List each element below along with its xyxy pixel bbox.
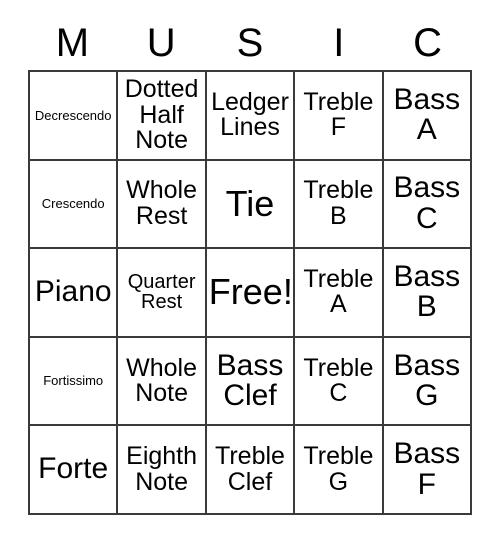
bingo-cell[interactable]: Crescendo — [30, 160, 119, 250]
bingo-cell-label: Whole Rest — [126, 176, 198, 230]
bingo-cell-label: Crescendo — [41, 196, 105, 212]
bingo-cell-label: Treble A — [303, 264, 374, 319]
bingo-cell-label: Fortissimo — [43, 373, 104, 389]
bingo-cell[interactable]: Bass A — [383, 72, 472, 161]
bingo-cell[interactable]: Forte — [30, 426, 119, 515]
bingo-cell-label: Treble Clef — [215, 442, 285, 496]
bingo-cell[interactable]: Ledger Lines — [206, 72, 296, 161]
bingo-cell-label: Piano — [34, 275, 112, 309]
bingo-header: MUSIC — [28, 16, 472, 70]
bingo-card: M U S I C Decrescendo Dotted Half Note Ledger … — [0, 0, 500, 544]
bingo-cell[interactable]: Decrescendo — [30, 72, 119, 161]
bingo-grid: Decrescendo Dotted Half Note Ledger Lines T… — [28, 70, 472, 515]
bingo-cell-label: Treble F — [303, 87, 374, 142]
bingo-header-letter-2: S — [236, 21, 264, 65]
bingo-cell-label: Tie — [225, 182, 275, 224]
bingo-header-letter-1: U — [146, 21, 176, 65]
bingo-cell[interactable]: Bass G — [383, 337, 472, 427]
bingo-cell-label: Treble B — [303, 176, 374, 230]
bingo-cell-label: Whole Note — [126, 353, 198, 408]
bingo-cell-label: Bass B — [393, 259, 461, 324]
bingo-cell-label: Bass F — [393, 437, 461, 501]
bingo-cell[interactable]: Free! — [206, 249, 296, 338]
bingo-cell-label: Bass C — [393, 171, 461, 235]
bingo-cell-label: Bass G — [393, 348, 461, 413]
bingo-cell[interactable]: Treble G — [295, 426, 384, 515]
bingo-cell[interactable]: Piano — [30, 249, 119, 338]
bingo-cell[interactable]: Dotted Half Note — [118, 72, 207, 161]
bingo-cell[interactable]: Eighth Note — [118, 426, 207, 515]
bingo-cell[interactable]: Bass B — [383, 249, 472, 338]
bingo-cell[interactable]: Treble F — [295, 72, 384, 161]
bingo-cell[interactable]: Whole Note — [118, 337, 207, 427]
bingo-cell-label: Quarter Rest — [127, 271, 196, 314]
bingo-cell-label: Forte — [38, 452, 109, 486]
bingo-cell-label: Treble G — [303, 442, 374, 496]
bingo-cell[interactable]: Tie — [206, 160, 296, 250]
bingo-cell[interactable]: Treble B — [295, 160, 384, 250]
bingo-cell-label: Ledger Lines — [211, 87, 289, 142]
bingo-cell[interactable]: Bass Clef — [206, 337, 296, 427]
bingo-header-letter-3: I — [333, 21, 345, 65]
bingo-header-letter-0: M — [55, 21, 90, 65]
bingo-cell-label: Decrescendo — [34, 107, 112, 123]
bingo-cell-label: Dotted Half Note — [124, 75, 199, 155]
bingo-cell[interactable]: Treble A — [295, 249, 384, 338]
bingo-cell[interactable]: Quarter Rest — [118, 249, 207, 338]
bingo-cell-label: Eighth Note — [126, 442, 198, 496]
bingo-cell-label: Free! — [208, 271, 293, 313]
bingo-cell-label: Bass Clef — [216, 348, 284, 413]
bingo-cell-label: Treble C — [303, 353, 374, 408]
bingo-header-letter-4: C — [413, 21, 443, 65]
bingo-cell[interactable]: Bass F — [383, 426, 472, 515]
bingo-cell[interactable]: Whole Rest — [118, 160, 207, 250]
bingo-cell[interactable]: Treble C — [295, 337, 384, 427]
bingo-cell[interactable]: Bass C — [383, 160, 472, 250]
bingo-cell-label: Bass A — [393, 82, 461, 147]
bingo-cell[interactable]: Fortissimo — [30, 337, 119, 427]
bingo-cell[interactable]: Treble Clef — [206, 426, 296, 515]
